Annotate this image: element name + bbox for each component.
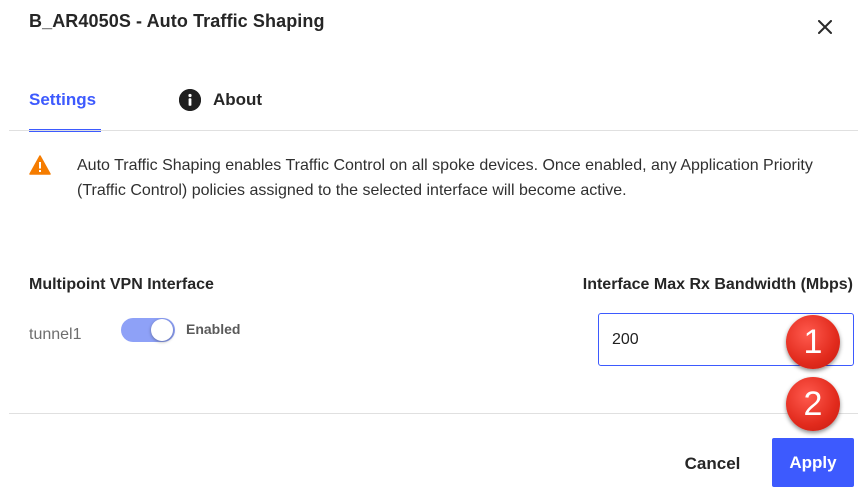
dialog-title: B_AR4050S - Auto Traffic Shaping [29, 11, 325, 31]
toggle-state-label: Enabled [186, 321, 241, 337]
apply-button[interactable]: Apply [772, 438, 854, 487]
close-icon [818, 20, 832, 34]
tab-divider [9, 130, 858, 131]
vpn-interface-label: Multipoint VPN Interface [29, 276, 214, 293]
step-marker-2: 2 [786, 377, 840, 431]
warning-icon [29, 155, 51, 175]
tab-settings[interactable]: Settings [29, 70, 101, 132]
tab-bar: Settings About [0, 70, 858, 132]
auto-traffic-shaping-dialog: B_AR4050S - Auto Traffic Shaping Setting… [0, 0, 858, 487]
close-button[interactable] [812, 14, 838, 40]
tab-about[interactable]: About [179, 70, 262, 130]
cancel-button[interactable]: Cancel [670, 444, 755, 484]
tab-about-label: About [213, 90, 263, 109]
footer-divider [9, 413, 858, 414]
enable-toggle[interactable] [121, 318, 175, 342]
tab-settings-label: Settings [29, 90, 97, 109]
step-marker-1: 1 [786, 315, 840, 369]
toggle-knob [151, 319, 173, 341]
bandwidth-label: Interface Max Rx Bandwidth (Mbps) [582, 276, 853, 293]
info-icon [179, 89, 201, 111]
warning-text: Auto Traffic Shaping enables Traffic Con… [77, 157, 813, 199]
warning-alert: Auto Traffic Shaping enables Traffic Con… [29, 153, 839, 203]
interface-name: tunnel1 [29, 326, 82, 343]
